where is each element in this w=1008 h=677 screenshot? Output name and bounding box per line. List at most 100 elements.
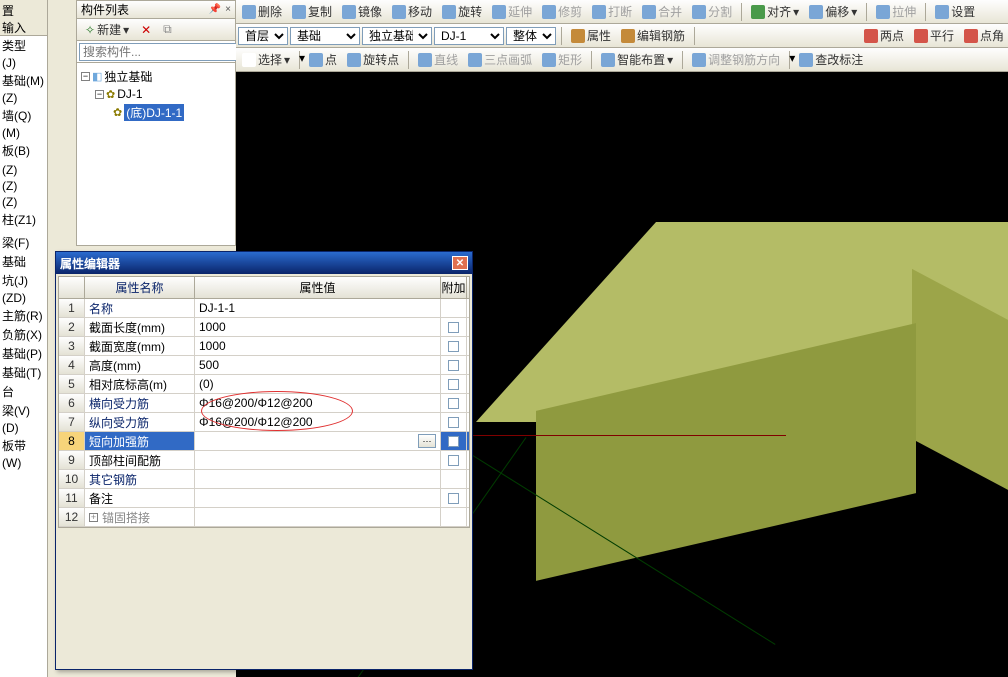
property-value[interactable] (195, 508, 441, 526)
toolbar-button[interactable]: 两点 (860, 26, 908, 46)
checkbox[interactable] (448, 436, 459, 447)
category-item[interactable]: (Z) (0, 90, 47, 106)
property-row[interactable]: 7纵向受力筋Φ16@200/Φ12@200 (59, 413, 469, 432)
property-row[interactable]: 12+锚固搭接 (59, 508, 469, 527)
property-row[interactable]: 8短向加强筋⋯ (59, 432, 469, 451)
toolbar-button[interactable]: 删除 (238, 2, 286, 22)
checkbox[interactable] (448, 417, 459, 428)
property-row[interactable]: 1名称DJ-1-1 (59, 299, 469, 318)
toolbar-button[interactable]: 镜像 (338, 2, 386, 22)
close-button[interactable]: ✕ (452, 256, 468, 270)
toolbar-button[interactable]: 智能布置▾ (597, 50, 677, 70)
category-item[interactable]: 梁(V) (0, 401, 47, 420)
category-item[interactable]: (Z) (0, 178, 47, 194)
property-value[interactable]: ⋯ (195, 432, 441, 450)
collapse-icon[interactable]: − (95, 90, 104, 99)
category-item[interactable]: (W) (0, 455, 47, 471)
toolbar-button[interactable]: 旋转 (438, 2, 486, 22)
toolbar-button[interactable]: 属性 (567, 26, 615, 46)
toolbar-select-mode[interactable]: 整体 (506, 27, 556, 45)
property-value[interactable]: Φ16@200/Φ12@200 (195, 394, 441, 412)
toolbar-button[interactable]: 平行 (910, 26, 958, 46)
property-add[interactable] (441, 337, 467, 355)
toolbar-button[interactable]: 查改标注 (795, 50, 867, 70)
checkbox[interactable] (448, 322, 459, 333)
property-value[interactable] (195, 470, 441, 488)
property-add[interactable] (441, 470, 467, 488)
new-component-button[interactable]: ✧ 新建 ▾ (81, 20, 133, 40)
tree-root[interactable]: − ◧ 独立基础 (81, 67, 231, 85)
search-input[interactable] (79, 43, 242, 61)
property-value[interactable]: 1000 (195, 337, 441, 355)
toolbar-button[interactable]: 对齐▾ (747, 2, 803, 22)
checkbox[interactable] (448, 379, 459, 390)
collapse-icon[interactable]: − (81, 72, 90, 81)
category-item[interactable]: 柱(Z1) (0, 210, 47, 229)
category-item[interactable]: 墙(Q) (0, 106, 47, 125)
category-item[interactable]: 板(B) (0, 141, 47, 160)
category-item[interactable]: 负筋(X) (0, 325, 47, 344)
category-item[interactable]: 基础 (0, 252, 47, 271)
tree-child[interactable]: − ✿ DJ-1 (81, 85, 231, 103)
property-value[interactable]: DJ-1-1 (195, 299, 441, 317)
property-add[interactable] (441, 432, 467, 450)
property-row[interactable]: 9顶部柱间配筋 (59, 451, 469, 470)
toolbar-select-item[interactable]: DJ-1 (434, 27, 504, 45)
property-row[interactable]: 4高度(mm)500 (59, 356, 469, 375)
toolbar-button[interactable]: 点角 (960, 26, 1008, 46)
property-value[interactable] (195, 489, 441, 507)
category-item[interactable]: 板带 (0, 436, 47, 455)
toolbar-button[interactable]: 设置 (931, 2, 979, 22)
property-value[interactable]: 1000 (195, 318, 441, 336)
toolbar-select-layer[interactable]: 首层 (238, 27, 288, 45)
property-value[interactable]: (0) (195, 375, 441, 393)
property-add[interactable] (441, 508, 467, 526)
category-item[interactable]: 梁(F) (0, 233, 47, 252)
pin-icon[interactable]: 📌 (209, 4, 221, 15)
property-value[interactable]: 500 (195, 356, 441, 374)
ellipsis-button[interactable]: ⋯ (418, 434, 436, 448)
dialog-titlebar[interactable]: 属性编辑器 ✕ (56, 252, 472, 274)
toolbar-button[interactable]: 偏移▾ (805, 2, 861, 22)
category-item[interactable]: 台 (0, 382, 47, 401)
category-item[interactable]: 基础(T) (0, 363, 47, 382)
copy-component-button[interactable]: ⧉ (159, 20, 176, 40)
category-item[interactable]: 基础(M) (0, 71, 47, 90)
property-add[interactable] (441, 318, 467, 336)
property-add[interactable] (441, 413, 467, 431)
delete-component-button[interactable]: ✕ (137, 20, 155, 40)
property-value[interactable] (195, 451, 441, 469)
toolbar-button[interactable]: 选择▾ (238, 50, 294, 70)
category-item[interactable]: (Z) (0, 162, 47, 178)
toolbar-button[interactable]: 编辑钢筋 (617, 26, 689, 46)
toolbar-button[interactable]: 旋转点 (343, 50, 403, 70)
category-item[interactable]: (Z) (0, 194, 47, 210)
toolbar-button[interactable]: 复制 (288, 2, 336, 22)
toolbar-button[interactable]: 移动 (388, 2, 436, 22)
property-row[interactable]: 5相对底标高(m)(0) (59, 375, 469, 394)
category-item[interactable]: 坑(J) (0, 271, 47, 290)
property-row[interactable]: 10其它钢筋 (59, 470, 469, 489)
panel-close-icon[interactable]: × (225, 4, 231, 15)
property-value[interactable]: Φ16@200/Φ12@200 (195, 413, 441, 431)
property-add[interactable] (441, 451, 467, 469)
category-item[interactable]: 类型 (0, 36, 47, 55)
property-row[interactable]: 11备注 (59, 489, 469, 508)
category-item[interactable]: (M) (0, 125, 47, 141)
tree-leaf[interactable]: ✿ (底)DJ-1-1 (81, 103, 231, 121)
checkbox[interactable] (448, 493, 459, 504)
category-item[interactable]: (J) (0, 55, 47, 71)
property-row[interactable]: 6横向受力筋Φ16@200/Φ12@200 (59, 394, 469, 413)
checkbox[interactable] (448, 341, 459, 352)
property-add[interactable] (441, 356, 467, 374)
property-row[interactable]: 2截面长度(mm)1000 (59, 318, 469, 337)
property-row[interactable]: 3截面宽度(mm)1000 (59, 337, 469, 356)
checkbox[interactable] (448, 398, 459, 409)
category-item[interactable]: 主筋(R) (0, 306, 47, 325)
property-add[interactable] (441, 394, 467, 412)
checkbox[interactable] (448, 360, 459, 371)
property-add[interactable] (441, 489, 467, 507)
property-add[interactable] (441, 375, 467, 393)
toolbar-select-sub[interactable]: 独立基础 (362, 27, 432, 45)
toolbar-select-cat[interactable]: 基础 (290, 27, 360, 45)
